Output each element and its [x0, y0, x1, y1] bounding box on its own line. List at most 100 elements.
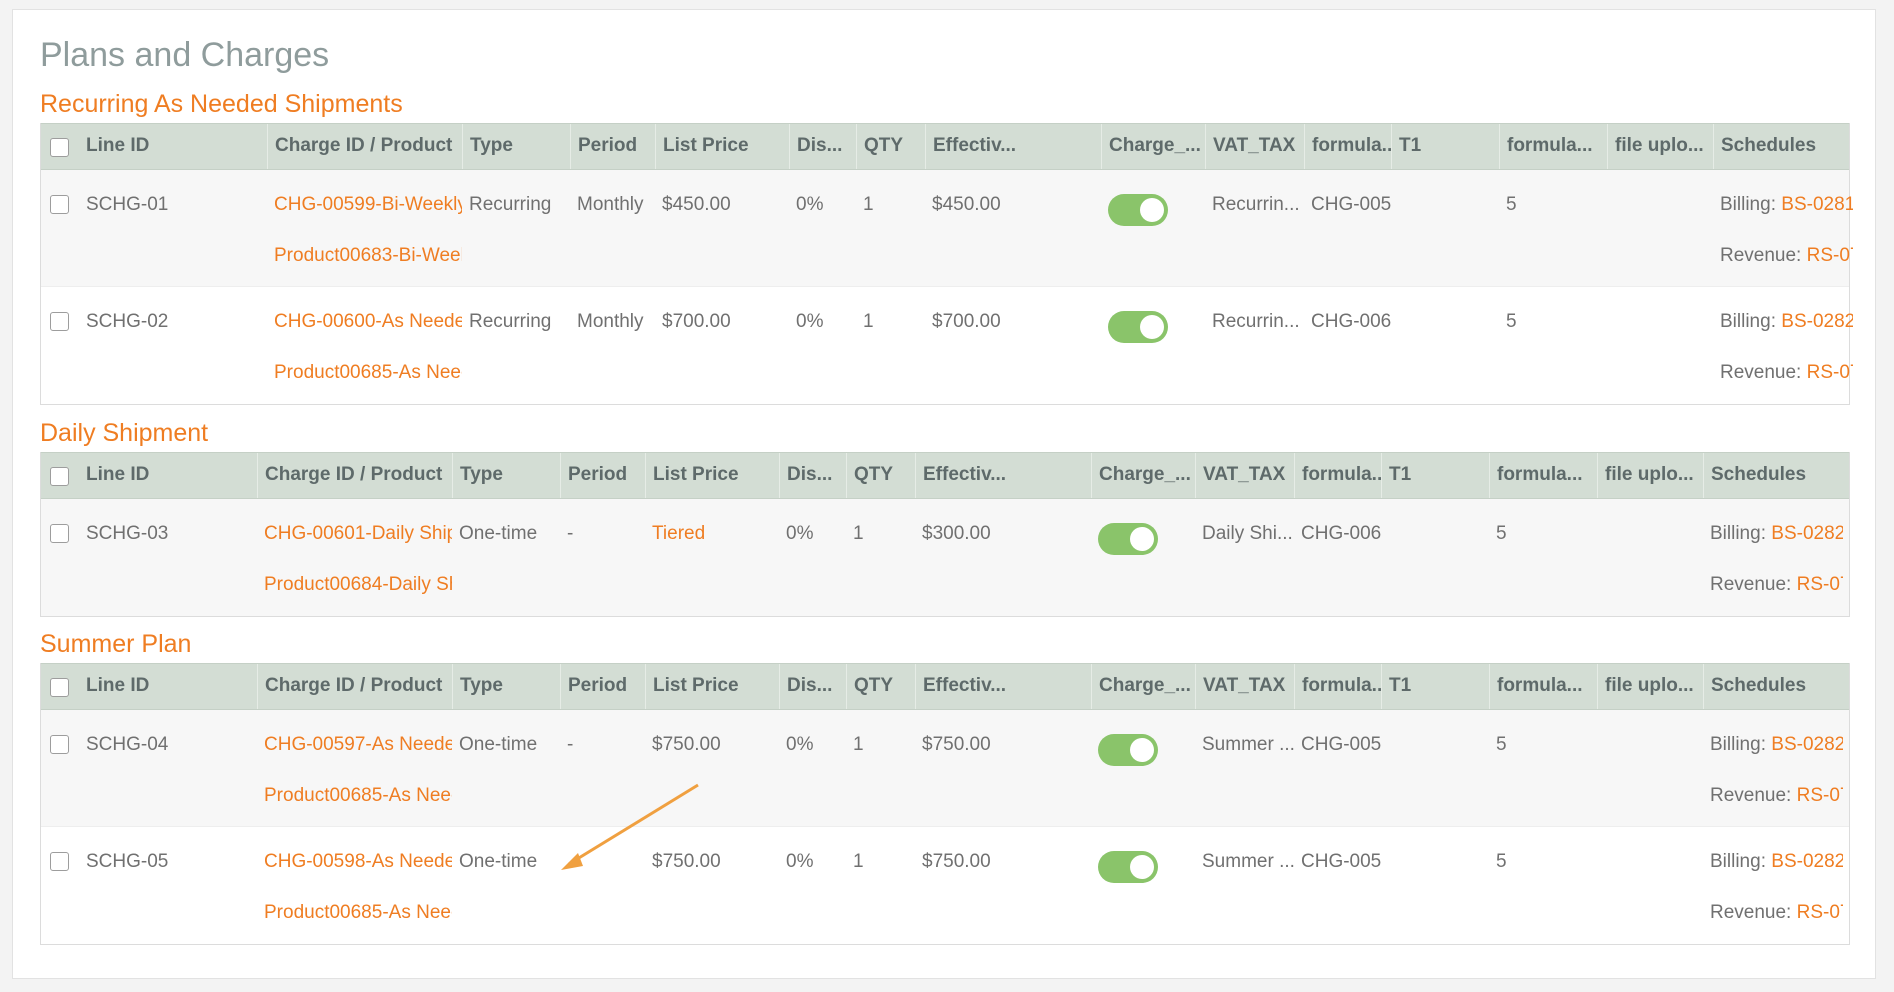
column-header-charge-id-product[interactable]: Charge ID / Product: [257, 664, 452, 709]
charge-id-link[interactable]: CHG-00597-As Needec: [257, 730, 452, 760]
column-header-type[interactable]: Type: [462, 124, 570, 169]
column-header-list-price[interactable]: List Price: [655, 124, 789, 169]
charge-toggle[interactable]: [1098, 734, 1158, 766]
column-header-t1[interactable]: T1: [1391, 124, 1499, 169]
column-header-charge[interactable]: Charge_...: [1091, 664, 1195, 709]
column-header-vat-tax[interactable]: VAT_TAX: [1205, 124, 1304, 169]
row-checkbox[interactable]: [50, 312, 69, 331]
charge-toggle[interactable]: [1108, 194, 1168, 226]
column-header-schedules[interactable]: Schedules: [1703, 453, 1849, 498]
column-header-period[interactable]: Period: [560, 664, 645, 709]
quantity: 1: [853, 523, 864, 544]
column-header-list-price[interactable]: List Price: [645, 664, 779, 709]
effective-price: $750.00: [922, 851, 991, 872]
period: Monthly: [577, 311, 644, 332]
column-header-effectiv[interactable]: Effectiv...: [915, 453, 1091, 498]
column-header-charge[interactable]: Charge_...: [1101, 124, 1205, 169]
charge-id-link[interactable]: CHG-00599-Bi-Weekly: [267, 190, 462, 220]
column-header-formula[interactable]: formula...: [1294, 664, 1381, 709]
formula-value: CHG-005...: [1301, 734, 1381, 755]
product-link[interactable]: Product00685-As Neec: [267, 358, 462, 388]
charge-id-link[interactable]: CHG-00601-Daily Shipr: [257, 519, 452, 549]
column-header-dis[interactable]: Dis...: [779, 453, 846, 498]
charge-id-link[interactable]: CHG-00598-As Needec: [257, 847, 452, 877]
select-all-checkbox[interactable]: [50, 678, 69, 697]
column-header-list-price[interactable]: List Price: [645, 453, 779, 498]
billing-schedule-link[interactable]: BS-02822: [1771, 734, 1843, 755]
column-header-charge-id-product[interactable]: Charge ID / Product: [257, 453, 452, 498]
period: -: [567, 734, 574, 755]
revenue-schedule-link[interactable]: RS-07157: [1797, 574, 1843, 595]
product-link[interactable]: Product00683-Bi-Weel: [267, 241, 462, 271]
column-header-line-id[interactable]: Line ID: [79, 453, 257, 498]
charge-type: Recurring: [469, 194, 552, 215]
column-header-qty[interactable]: QTY: [846, 664, 915, 709]
column-header-schedules[interactable]: Schedules: [1703, 664, 1849, 709]
row-checkbox[interactable]: [50, 735, 69, 754]
column-header-file-uplo[interactable]: file uplo...: [1597, 664, 1703, 709]
table-row: SCHG-02 CHG-00600-As Needec Product00685-A…: [41, 287, 1853, 404]
column-header-formula[interactable]: formula...: [1489, 664, 1597, 709]
billing-schedule-link[interactable]: BS-02819: [1781, 194, 1853, 215]
column-header-charge-id-product[interactable]: Charge ID / Product: [267, 124, 462, 169]
select-all-checkbox[interactable]: [50, 467, 69, 486]
column-header-formula[interactable]: formula...: [1304, 124, 1391, 169]
column-header-dis[interactable]: Dis...: [789, 124, 856, 169]
list-price-tiered-link[interactable]: Tiered: [645, 519, 779, 549]
column-header-vat-tax[interactable]: VAT_TAX: [1195, 453, 1294, 498]
column-header-type[interactable]: Type: [452, 664, 560, 709]
charge-id-link[interactable]: CHG-00600-As Needec: [267, 307, 462, 337]
charge-type: Recurring: [469, 311, 552, 332]
product-link[interactable]: Product00685-As Neec: [257, 898, 452, 928]
column-header-file-uplo[interactable]: file uplo...: [1597, 453, 1703, 498]
billing-schedule-link[interactable]: BS-02823: [1771, 851, 1843, 872]
revenue-schedule-link[interactable]: RS-07156: [1807, 362, 1853, 383]
column-header-line-id[interactable]: Line ID: [79, 124, 267, 169]
column-header-file-uplo[interactable]: file uplo...: [1607, 124, 1713, 169]
column-header-formula[interactable]: formula...: [1489, 453, 1597, 498]
product-link[interactable]: Product00685-As Neec: [257, 781, 452, 811]
column-header-effectiv[interactable]: Effectiv...: [915, 664, 1091, 709]
billing-schedule: Billing: BS-02822: [1703, 730, 1843, 760]
product-link[interactable]: Product00684-Daily Sh: [257, 570, 452, 600]
column-header-effectiv[interactable]: Effectiv...: [925, 124, 1101, 169]
column-header-vat-tax[interactable]: VAT_TAX: [1195, 664, 1294, 709]
billing-label: Billing:: [1710, 523, 1766, 544]
revenue-schedule: Revenue: RS-07155: [1713, 241, 1853, 271]
billing-schedule-link[interactable]: BS-02821: [1771, 523, 1843, 544]
charge-toggle[interactable]: [1098, 523, 1158, 555]
column-header-formula[interactable]: formula...: [1294, 453, 1381, 498]
row-checkbox[interactable]: [50, 524, 69, 543]
section-title: Daily Shipment: [40, 419, 209, 447]
table-body: SCHG-04 CHG-00597-As Needec Product00685-A…: [41, 710, 1849, 944]
column-header-t1[interactable]: T1: [1381, 453, 1489, 498]
row-checkbox[interactable]: [50, 852, 69, 871]
charge-toggle[interactable]: [1098, 851, 1158, 883]
column-header-formula[interactable]: formula...: [1499, 124, 1607, 169]
select-all-checkbox[interactable]: [50, 138, 69, 157]
column-header-qty[interactable]: QTY: [846, 453, 915, 498]
column-header-qty[interactable]: QTY: [856, 124, 925, 169]
column-header-charge[interactable]: Charge_...: [1091, 453, 1195, 498]
row-checkbox[interactable]: [50, 195, 69, 214]
column-header-period[interactable]: Period: [560, 453, 645, 498]
revenue-schedule-link[interactable]: RS-07158: [1797, 785, 1843, 806]
charge-toggle[interactable]: [1108, 311, 1168, 343]
quantity: 1: [853, 734, 864, 755]
column-header-t1[interactable]: T1: [1381, 664, 1489, 709]
section-title: Recurring As Needed Shipments: [40, 90, 403, 118]
revenue-schedule-link[interactable]: RS-07159: [1797, 902, 1843, 923]
revenue-schedule-link[interactable]: RS-07155: [1807, 245, 1853, 266]
column-header-type[interactable]: Type: [452, 453, 560, 498]
table-row: SCHG-05 CHG-00598-As Needec Product00685-A…: [41, 827, 1849, 944]
column-header-period[interactable]: Period: [570, 124, 655, 169]
line-id: SCHG-04: [86, 734, 169, 755]
charge-type: One-time: [459, 734, 538, 755]
billing-schedule: Billing: BS-02823: [1703, 847, 1843, 877]
column-header-dis[interactable]: Dis...: [779, 664, 846, 709]
column-header-schedules[interactable]: Schedules: [1713, 124, 1849, 169]
list-price: $750.00: [652, 734, 721, 755]
billing-schedule-link[interactable]: BS-02820: [1781, 311, 1853, 332]
column-header-line-id[interactable]: Line ID: [79, 664, 257, 709]
vat-tax: Recurrin...: [1212, 311, 1300, 332]
